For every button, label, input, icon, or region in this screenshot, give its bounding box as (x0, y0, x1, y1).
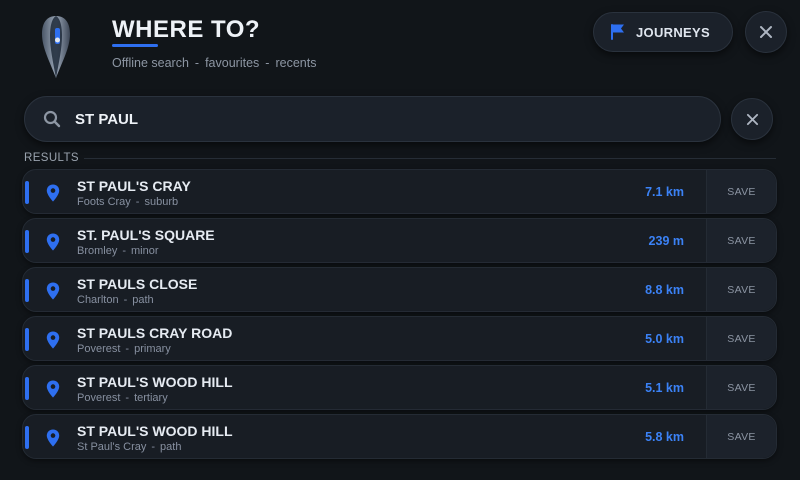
result-distance: 5.0 km (645, 332, 684, 346)
subtitle-favourites: favourites (205, 56, 260, 70)
result-name: ST PAULS CLOSE (77, 276, 198, 292)
result-area: Charlton (77, 294, 119, 306)
subtitle: Offline search - favourites - recents (112, 56, 316, 70)
meta-separator: - (123, 294, 128, 306)
map-pin-icon (46, 184, 60, 202)
results-divider (84, 158, 776, 159)
result-accent-bar (25, 230, 29, 253)
map-pin-icon (46, 429, 60, 447)
result-kind: path (160, 441, 182, 453)
result-distance: 239 m (648, 234, 684, 248)
clear-search-button[interactable] (731, 98, 773, 140)
result-meta: St Paul's Cray - path (77, 441, 181, 453)
result-kind: path (132, 294, 154, 306)
result-meta: Poverest - primary (77, 343, 171, 355)
result-row[interactable]: ST PAUL'S CRAY Foots Cray - suburb 7.1 km … (22, 169, 777, 214)
search-field[interactable] (24, 96, 721, 142)
meta-separator: - (125, 343, 130, 355)
title-underline (112, 44, 158, 47)
result-row[interactable]: ST PAUL'S WOOD HILL Poverest - tertiary 5.… (22, 365, 777, 410)
journeys-label: JOURNEYS (636, 24, 710, 40)
result-meta: Charlton - path (77, 294, 154, 306)
save-button[interactable]: SAVE (706, 366, 776, 409)
meta-separator: - (135, 196, 140, 208)
results-list: ST PAUL'S CRAY Foots Cray - suburb 7.1 km … (22, 169, 777, 463)
result-name: ST PAUL'S CRAY (77, 178, 191, 194)
result-meta: Foots Cray - suburb (77, 196, 178, 208)
close-button[interactable] (745, 11, 787, 53)
result-distance: 8.8 km (645, 283, 684, 297)
subtitle-separator: - (265, 56, 270, 70)
result-name: ST PAUL'S WOOD HILL (77, 423, 233, 439)
page-title: WHERE TO? (112, 16, 261, 43)
result-area: Poverest (77, 392, 121, 404)
meta-separator: - (151, 441, 156, 453)
result-distance: 5.8 km (645, 430, 684, 444)
result-area: Poverest (77, 343, 121, 355)
journeys-button[interactable]: JOURNEYS (593, 12, 733, 52)
result-kind: minor (131, 245, 159, 257)
save-button[interactable]: SAVE (706, 317, 776, 360)
result-distance: 5.1 km (645, 381, 684, 395)
save-button[interactable]: SAVE (706, 415, 776, 458)
result-area: St Paul's Cray (77, 441, 147, 453)
result-name: ST. PAUL'S SQUARE (77, 227, 215, 243)
search-icon (43, 110, 61, 128)
save-button[interactable]: SAVE (706, 268, 776, 311)
search-input[interactable] (75, 110, 675, 128)
result-row[interactable]: ST. PAUL'S SQUARE Bromley - minor 239 m SA… (22, 218, 777, 263)
save-button[interactable]: SAVE (706, 170, 776, 213)
result-accent-bar (25, 328, 29, 351)
close-icon (760, 26, 772, 38)
flag-icon (611, 24, 624, 40)
result-accent-bar (25, 426, 29, 449)
meta-separator: - (122, 245, 127, 257)
close-icon (746, 113, 758, 125)
result-row[interactable]: ST PAULS CRAY ROAD Poverest - primary 5.0 … (22, 316, 777, 361)
subtitle-separator: - (194, 56, 200, 70)
result-name: ST PAULS CRAY ROAD (77, 325, 233, 341)
where-to-screen: WHERE TO? Offline search - favourites - rece… (0, 0, 800, 480)
subtitle-recents: recents (275, 56, 317, 70)
map-pin-icon (46, 233, 60, 251)
map-pin-icon (46, 282, 60, 300)
map-pin-icon (46, 331, 60, 349)
result-row[interactable]: ST PAULS CLOSE Charlton - path 8.8 km SAVE (22, 267, 777, 312)
result-accent-bar (25, 279, 29, 302)
result-name: ST PAUL'S WOOD HILL (77, 374, 233, 390)
meta-separator: - (125, 392, 130, 404)
result-kind: suburb (144, 196, 179, 208)
map-pin-icon (46, 380, 60, 398)
result-distance: 7.1 km (645, 185, 684, 199)
result-meta: Bromley - minor (77, 245, 159, 257)
result-kind: primary (134, 343, 171, 355)
result-kind: tertiary (134, 392, 168, 404)
result-area: Foots Cray (77, 196, 131, 208)
result-row[interactable]: ST PAUL'S WOOD HILL St Paul's Cray - path … (22, 414, 777, 459)
results-heading: RESULTS (24, 152, 79, 164)
save-button[interactable]: SAVE (706, 219, 776, 262)
result-accent-bar (25, 181, 29, 204)
result-accent-bar (25, 377, 29, 400)
map-pin-logo-icon (42, 16, 70, 78)
subtitle-offline-search: Offline search (112, 56, 189, 70)
result-area: Bromley (77, 245, 118, 257)
result-meta: Poverest - tertiary (77, 392, 168, 404)
